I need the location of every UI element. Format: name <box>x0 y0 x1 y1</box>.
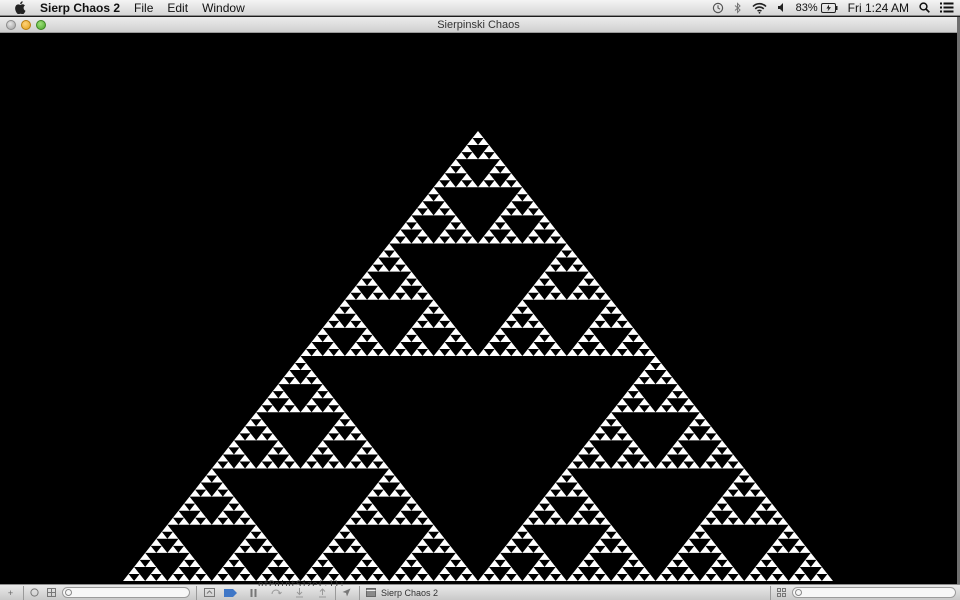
variables-view-icon[interactable] <box>775 587 788 599</box>
app-menu[interactable]: Sierp Chaos 2 <box>40 0 120 16</box>
sierpinski-points <box>123 131 833 581</box>
window-title: Sierpinski Chaos <box>437 19 520 31</box>
debug-target-label[interactable]: Sierp Chaos 2 <box>381 588 438 598</box>
battery-charging-icon[interactable] <box>820 2 838 13</box>
step-into-icon[interactable] <box>293 587 306 599</box>
step-out-icon[interactable] <box>316 587 329 599</box>
filter-icon <box>795 589 802 596</box>
menu-bar: Sierp Chaos 2 File Edit Window 83% Fri 1… <box>0 0 960 16</box>
divider <box>335 585 336 600</box>
grid-icon[interactable] <box>45 587 58 599</box>
volume-icon[interactable] <box>777 2 786 13</box>
divider <box>770 585 771 600</box>
debug-bar: ofPointSize(.1); + Sierp Chaos 2 <box>0 580 960 600</box>
divider <box>196 585 197 600</box>
window-menu[interactable]: Window <box>202 0 245 16</box>
bluetooth-icon[interactable] <box>734 1 742 14</box>
app-window: Sierpinski Chaos <box>0 17 957 600</box>
render-canvas[interactable] <box>0 34 957 585</box>
battery-percent[interactable]: 83% <box>796 2 818 14</box>
apple-menu-icon[interactable] <box>12 0 28 16</box>
clock[interactable]: Fri 1:24 AM <box>848 1 909 15</box>
navigator-filter-field[interactable] <box>62 587 190 598</box>
history-icon[interactable] <box>28 587 41 599</box>
hide-debug-area-icon[interactable] <box>203 587 216 599</box>
edit-menu[interactable]: Edit <box>167 0 188 16</box>
divider <box>359 585 360 600</box>
sierpinski-triangle <box>123 131 833 581</box>
filter-icon <box>65 589 72 596</box>
location-icon[interactable] <box>340 587 353 599</box>
spotlight-search-icon[interactable] <box>919 2 930 13</box>
add-icon[interactable]: + <box>4 587 17 599</box>
divider <box>23 585 24 600</box>
file-menu[interactable]: File <box>134 0 153 16</box>
app-target-icon <box>364 587 377 599</box>
pause-icon[interactable] <box>247 587 260 599</box>
wifi-icon[interactable] <box>752 2 767 14</box>
console-filter-field[interactable] <box>792 587 956 598</box>
step-over-icon[interactable] <box>270 587 283 599</box>
breakpoints-icon[interactable] <box>224 587 237 599</box>
code-peek: ofPointSize(.1); <box>258 580 345 586</box>
time-machine-icon[interactable] <box>712 2 724 14</box>
window-titlebar[interactable]: Sierpinski Chaos <box>0 17 957 33</box>
notification-center-icon[interactable] <box>940 2 954 13</box>
